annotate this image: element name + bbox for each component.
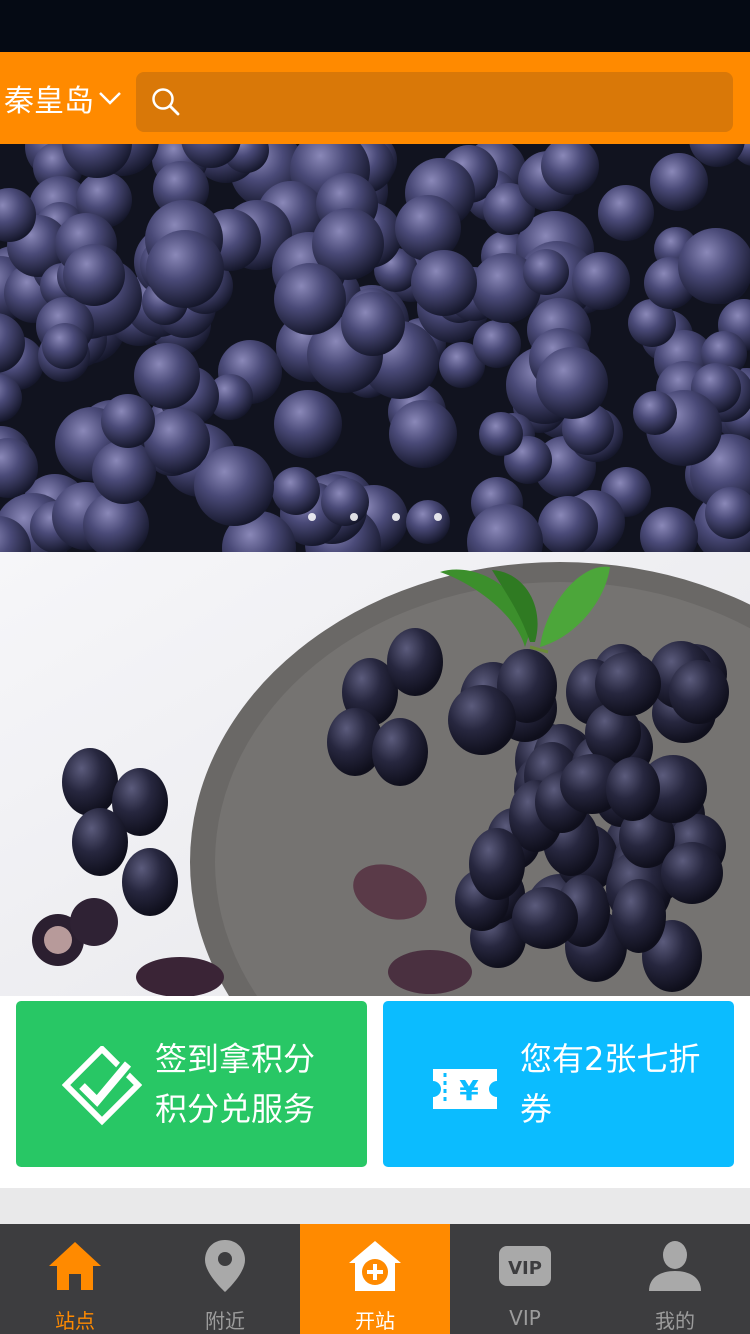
- tab-label: 我的: [655, 1309, 695, 1333]
- grape: [473, 320, 521, 368]
- grape: [512, 887, 578, 949]
- tab-label: VIP: [509, 1306, 541, 1330]
- signin-line-1: 签到拿积分: [155, 1040, 316, 1078]
- grape: [469, 828, 525, 900]
- status-bar: [0, 0, 750, 52]
- city-name: 秦皇岛: [4, 84, 94, 119]
- tab-label: 站点: [55, 1309, 95, 1333]
- location-pin-icon: [203, 1234, 247, 1297]
- grape: [372, 718, 428, 786]
- coupon-ticket-icon: ¥: [433, 1069, 497, 1109]
- coupon-card[interactable]: ¥ 您有2张七折券: [383, 1001, 734, 1167]
- grape: [42, 323, 88, 369]
- vip-badge-icon: VIP: [497, 1234, 553, 1298]
- carousel-dot[interactable]: [350, 513, 358, 521]
- grape: [612, 879, 666, 953]
- grape: [72, 808, 128, 876]
- tab-label: 附近: [205, 1309, 245, 1333]
- grape: [595, 652, 661, 716]
- banner-carousel[interactable]: [0, 144, 750, 552]
- carousel-dots: [0, 513, 750, 521]
- carousel-dot[interactable]: [308, 513, 316, 521]
- tab-vip[interactable]: VIP VIP: [450, 1224, 600, 1334]
- top-header: 秦皇岛: [0, 52, 750, 144]
- tab-mine[interactable]: 我的: [600, 1224, 750, 1334]
- grape: [389, 400, 457, 468]
- tab-open-station[interactable]: 开站: [300, 1224, 450, 1334]
- grape: [669, 660, 729, 724]
- grape: [341, 292, 405, 356]
- svg-text:¥: ¥: [459, 1074, 479, 1107]
- carousel-dot[interactable]: [434, 513, 442, 521]
- promo-image[interactable]: [0, 552, 750, 996]
- search-input[interactable]: [200, 72, 724, 134]
- grape: [411, 250, 477, 316]
- grape: [650, 153, 708, 211]
- home-icon: [47, 1234, 103, 1297]
- carousel-dot[interactable]: [392, 513, 400, 521]
- grape: [134, 343, 200, 409]
- grape: [122, 848, 178, 916]
- chevron-down-icon: [98, 90, 122, 106]
- tab-station[interactable]: 站点: [0, 1224, 150, 1334]
- checkmark-icon: [62, 1046, 142, 1126]
- tab-nearby[interactable]: 附近: [150, 1224, 300, 1334]
- grape: [448, 685, 516, 755]
- grape: [606, 757, 660, 821]
- grape: [598, 185, 654, 241]
- signin-card-text: 签到拿积分 积分兑服务: [155, 1034, 315, 1134]
- feature-cards: 签到拿积分 积分兑服务 ¥ 您有2张七折券: [0, 996, 750, 1188]
- grape: [272, 467, 320, 515]
- grape: [536, 347, 608, 419]
- grape: [101, 394, 155, 448]
- tab-label: 开站: [355, 1309, 395, 1333]
- grape: [523, 249, 569, 295]
- section-divider: [0, 1188, 750, 1224]
- grapes-plate-image: [0, 552, 750, 996]
- grape: [274, 390, 342, 458]
- grape: [62, 748, 118, 816]
- signin-line-2: 积分兑服务: [155, 1090, 316, 1128]
- grape: [633, 391, 677, 435]
- coupon-text: 您有2张七折券: [520, 1040, 701, 1128]
- search-icon[interactable]: [150, 86, 182, 122]
- bottom-tab-bar: 站点 附近 开站 VIP VIP 我的: [0, 1224, 750, 1334]
- add-station-icon: [347, 1234, 403, 1297]
- grapes-banner-image: [0, 144, 750, 552]
- grape: [387, 628, 443, 696]
- signin-points-card[interactable]: 签到拿积分 积分兑服务: [16, 1001, 367, 1167]
- user-icon: [647, 1234, 703, 1297]
- city-selector[interactable]: 秦皇岛: [4, 52, 122, 144]
- grape: [63, 244, 125, 306]
- search-bar[interactable]: [136, 72, 733, 134]
- grape: [572, 252, 630, 310]
- grape: [274, 263, 346, 335]
- grape: [479, 412, 523, 456]
- grape: [146, 230, 224, 308]
- grape: [406, 500, 450, 544]
- svg-text:VIP: VIP: [508, 1258, 542, 1279]
- grape: [661, 842, 723, 904]
